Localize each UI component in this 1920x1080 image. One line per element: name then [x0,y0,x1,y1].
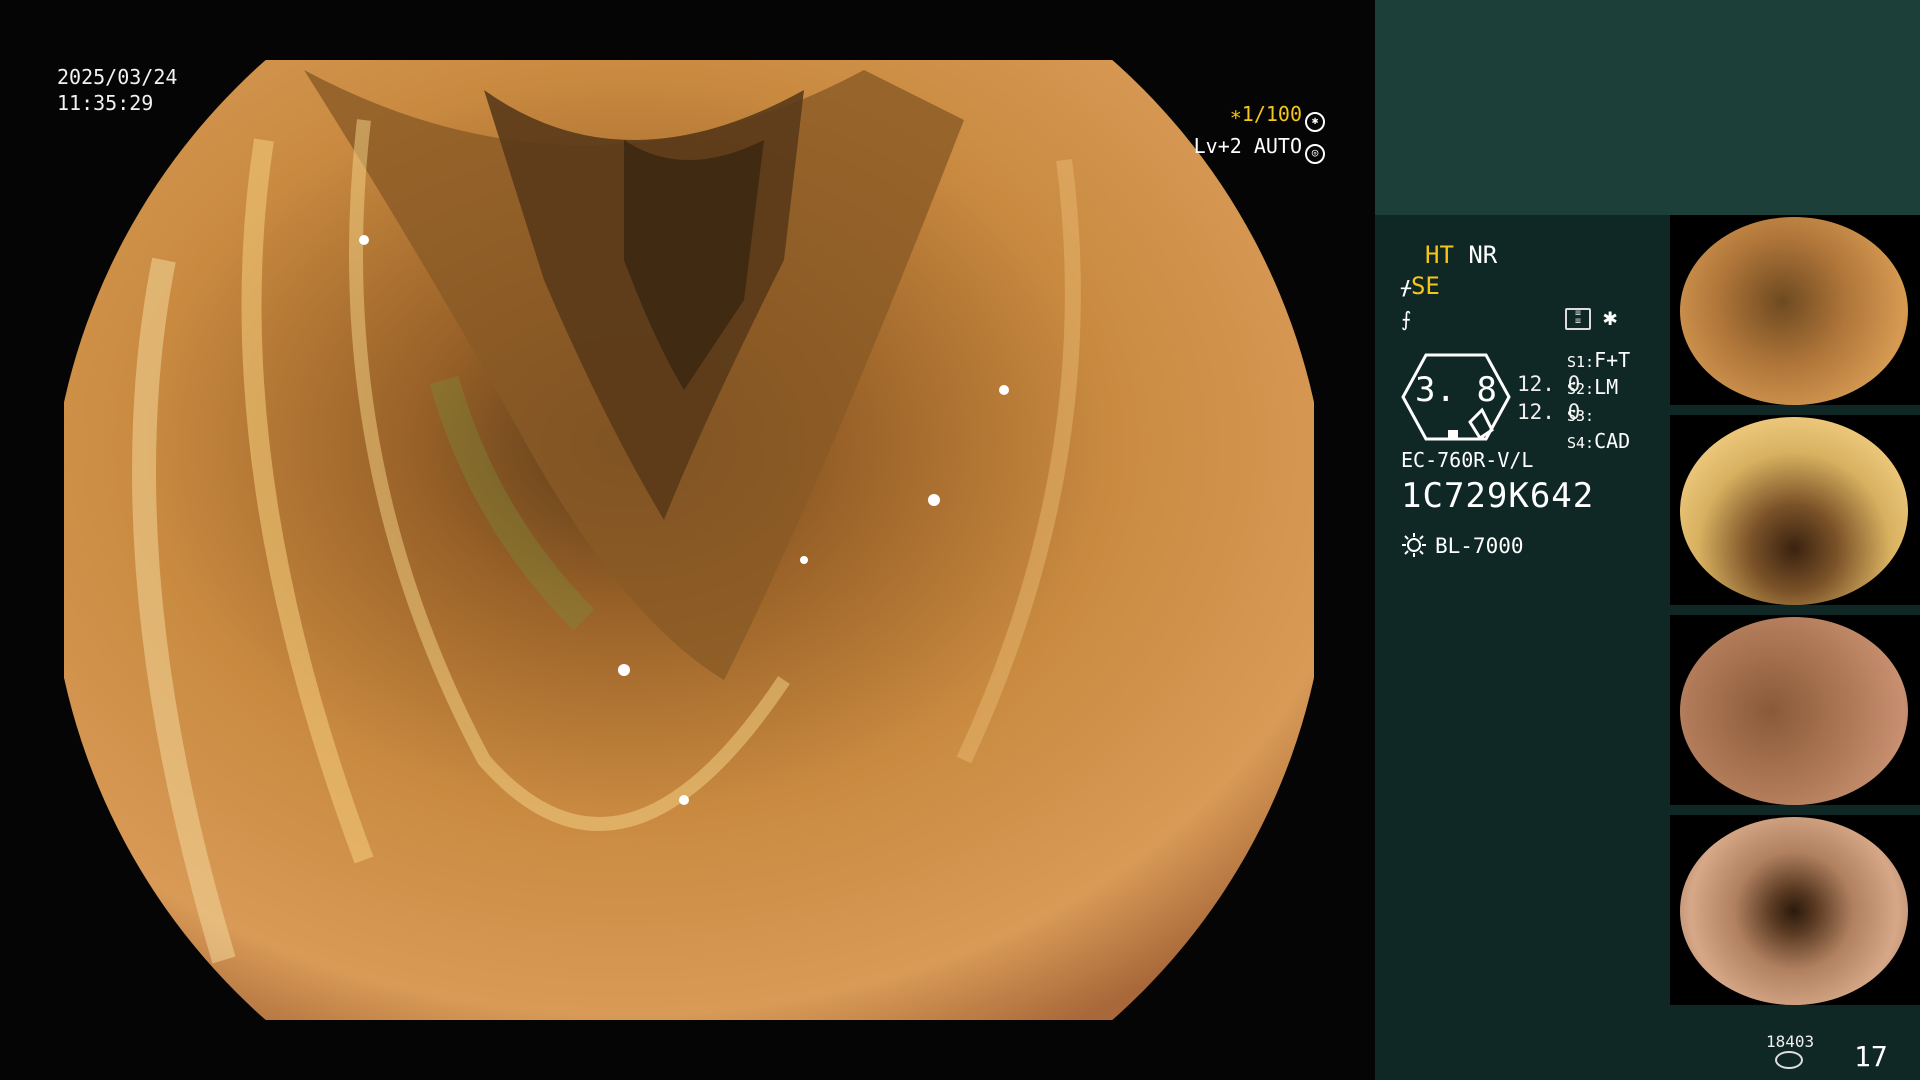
enhance-icon: ⨍ [1401,307,1412,331]
se-indicator: SE [1410,272,1440,300]
structure-icon: ᚋ [1401,275,1411,299]
light-source: BL-7000 [1401,532,1524,558]
storage-icon [1775,1051,1803,1069]
switch-slots: S1:F+T S2:LM S3: S4:CAD [1567,348,1630,456]
mode-status: HT NR ᚋSE ⨍ [1401,240,1497,335]
scope-serial: 1C729K642 [1401,476,1595,516]
capture-thumbnails [1670,215,1920,1015]
asterisk-icon: ✱ [1603,303,1618,331]
nr-indicator: NR [1468,241,1498,269]
counter-value: 18403 [1766,1032,1815,1051]
thumbnail-3[interactable] [1670,615,1920,805]
scope-model: EC-760R-V/L [1401,448,1534,472]
time-text: 11:35:29 [57,91,154,115]
light-source-icon [1402,533,1426,557]
camera-settings: ∗1/100 ✱ Lv+2 AUTO ◎ [1194,100,1325,164]
date-text: 2025/03/24 [57,65,178,89]
datetime-readout: 2025/03/24 11:35:29 [57,64,177,116]
page-number: 17 [1854,1040,1888,1073]
thumbnail-4[interactable] [1670,815,1920,1005]
ht-indicator: HT [1425,241,1454,269]
thumbnail-1[interactable] [1670,215,1920,405]
slot-1: S1:F+T [1567,348,1631,372]
shutter-icon: ✱ [1305,112,1325,132]
slot-3: S3: [1567,407,1595,425]
slot-2: S2:LM [1567,375,1619,399]
panel-header-band [1375,0,1920,215]
zoom-indicator: 3. 8 [1400,352,1512,442]
info-panel: HT NR ᚋSE ⨍ ≡ ≡ ✱ 3. 8 12. 0 12. 0 S1:F+T… [1375,0,1920,1080]
slot-4: S4:CAD [1567,429,1631,453]
endoscope-image [64,60,1314,1020]
menu-icon: ≡ ≡ [1565,308,1591,330]
shutter-speed: ∗1/100 [1229,102,1302,126]
image-counter: 18403 [1766,1032,1815,1069]
level-auto: Lv+2 AUTO [1193,134,1302,158]
auto-icon: ◎ [1305,144,1325,164]
zoom-value: 3. 8 [1415,370,1497,410]
light-source-label: BL-7000 [1435,534,1524,558]
thumbnail-2[interactable] [1670,415,1920,605]
